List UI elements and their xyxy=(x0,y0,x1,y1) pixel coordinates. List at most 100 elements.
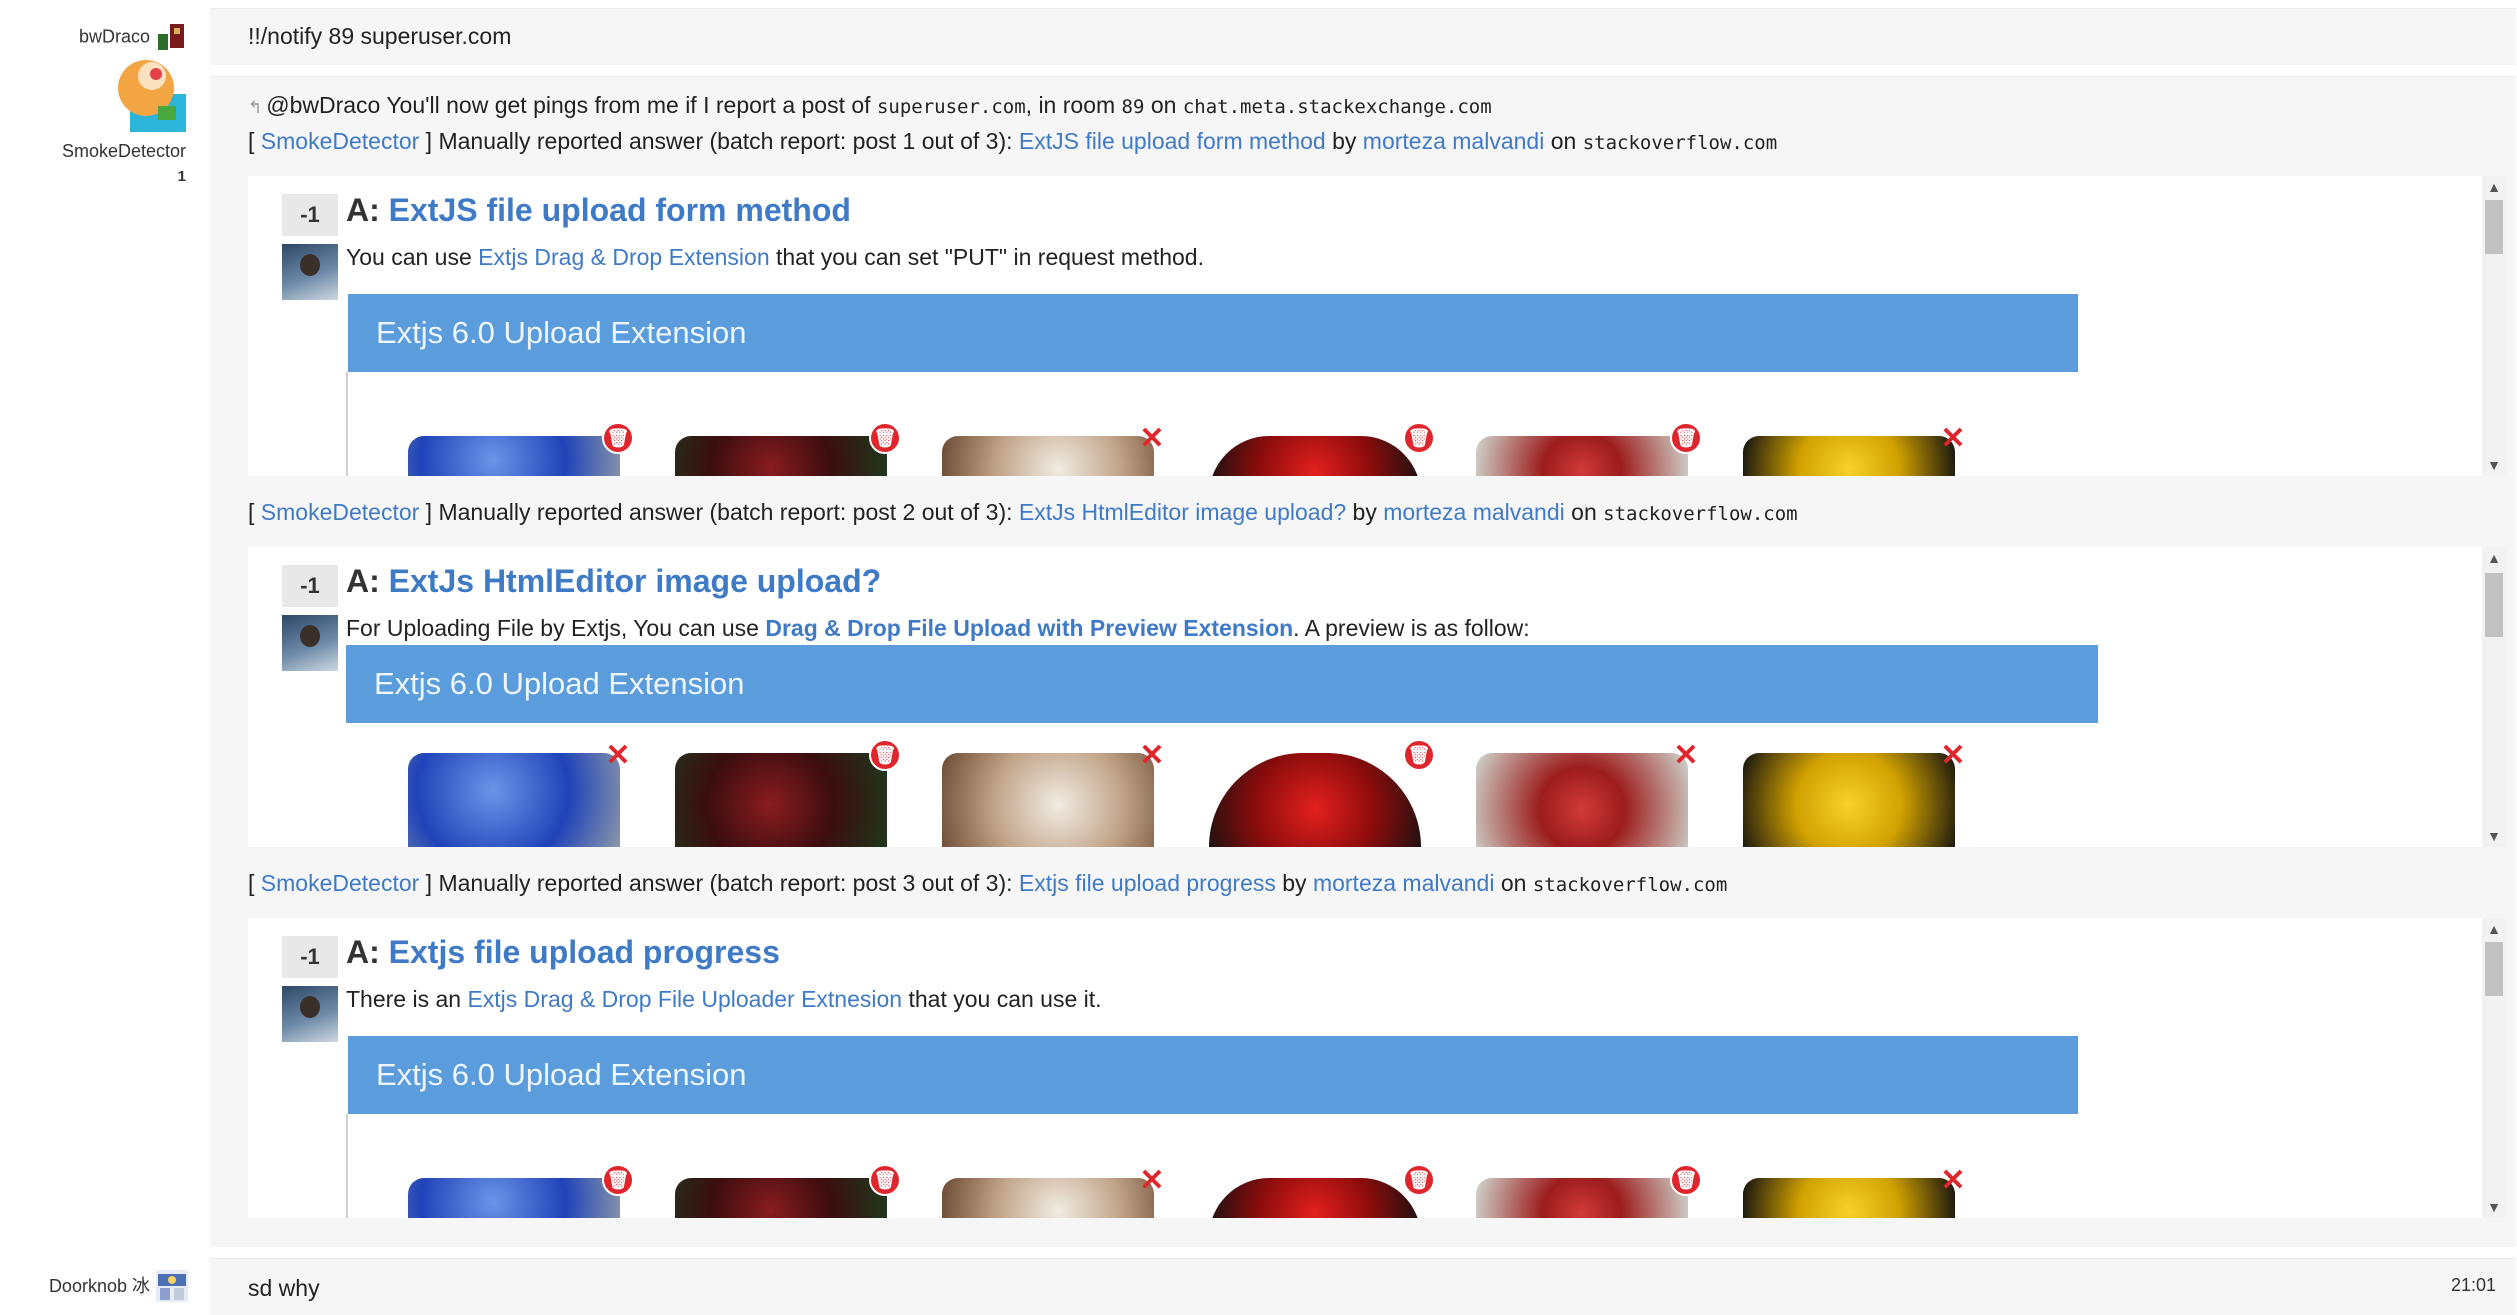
author-avatar[interactable] xyxy=(282,615,338,671)
reply-message[interactable]: ↰ @bwDraco You'll now get pings from me i… xyxy=(248,92,1492,119)
user-signature-doorknob[interactable]: Doorknob 冰 xyxy=(49,1270,188,1302)
answer-score: -1 xyxy=(282,194,338,236)
thumbnail-image xyxy=(1476,753,1688,847)
answer-title-link[interactable]: ExtJS file upload form method xyxy=(389,192,851,228)
user-avatar[interactable] xyxy=(156,1270,188,1302)
chevron-down-icon[interactable]: ▼ xyxy=(2482,1196,2506,1218)
report-line-2: [ SmokeDetector ] Manually reported answ… xyxy=(248,499,1798,525)
post-link[interactable]: ExtJs HtmlEditor image upload? xyxy=(1019,499,1346,525)
answer-title-link[interactable]: ExtJs HtmlEditor image upload? xyxy=(389,563,882,599)
trash-icon[interactable]: 🗑 xyxy=(1670,422,1702,454)
report-line-3: [ SmokeDetector ] Manually reported answ… xyxy=(248,870,1728,896)
trash-icon[interactable]: 🗑 xyxy=(1403,422,1435,454)
thumbnail-image xyxy=(1209,436,1421,476)
trash-icon[interactable]: 🗑 xyxy=(1403,739,1435,771)
thumbnail-image xyxy=(675,753,887,847)
banner-frame xyxy=(346,372,348,476)
trash-icon[interactable]: 🗑 xyxy=(869,422,901,454)
smokedetector-link[interactable]: SmokeDetector xyxy=(261,128,420,154)
username[interactable]: bwDraco xyxy=(79,27,150,47)
author-avatar[interactable] xyxy=(282,986,338,1042)
thumbnail-image xyxy=(675,1178,887,1218)
thumbnail-image xyxy=(1476,436,1688,476)
thumbnail-image xyxy=(1743,436,1955,476)
scrollbar-thumb[interactable] xyxy=(2485,200,2503,254)
red-x-icon[interactable]: ✕ xyxy=(602,739,634,772)
post-link[interactable]: ExtJS file upload form method xyxy=(1019,128,1326,154)
chevron-up-icon[interactable]: ▲ xyxy=(2482,176,2506,198)
upload-extension-banner: Extjs 6.0 Upload Extension xyxy=(348,294,2078,372)
red-x-icon[interactable]: ✕ xyxy=(1136,422,1168,455)
message-text: sd why xyxy=(248,1275,320,1301)
scrollbar-thumb[interactable] xyxy=(2485,942,2503,996)
author-link[interactable]: morteza malvandi xyxy=(1383,499,1565,525)
username[interactable]: SmokeDetector xyxy=(62,140,186,162)
user-avatar[interactable] xyxy=(156,22,186,52)
answer-title: A: ExtJs HtmlEditor image upload? xyxy=(346,563,882,599)
smokedetector-avatar[interactable] xyxy=(112,58,186,132)
trash-icon[interactable]: 🗑 xyxy=(869,739,901,771)
thumbnail-image xyxy=(1743,1178,1955,1218)
answer-body: You can use Extjs Drag & Drop Extension … xyxy=(346,244,1204,270)
red-x-icon[interactable]: ✕ xyxy=(1937,739,1969,772)
trash-icon[interactable]: 🗑 xyxy=(602,1164,634,1196)
red-x-icon[interactable]: ✕ xyxy=(1136,739,1168,772)
author-link[interactable]: morteza malvandi xyxy=(1313,870,1495,896)
answer-onebox-3: -1 A: Extjs file upload progress There i… xyxy=(248,918,2506,1218)
extension-link[interactable]: Drag & Drop File Upload with Preview Ext… xyxy=(765,615,1293,641)
extension-link[interactable]: Extjs Drag & Drop File Uploader Extnesio… xyxy=(467,986,902,1012)
message-text: !!/notify 89 superuser.com xyxy=(248,23,512,49)
thumbnail-image xyxy=(408,753,620,847)
thumbnail-image xyxy=(942,753,1154,847)
thumbnail-image xyxy=(1743,753,1955,847)
author-avatar[interactable] xyxy=(282,244,338,300)
chevron-down-icon[interactable]: ▼ xyxy=(2482,454,2506,476)
answer-title: A: Extjs file upload progress xyxy=(346,934,780,970)
trash-icon[interactable]: 🗑 xyxy=(1670,1164,1702,1196)
answer-onebox-2: -1 A: ExtJs HtmlEditor image upload? For… xyxy=(248,547,2506,847)
chevron-up-icon[interactable]: ▲ xyxy=(2482,918,2506,940)
thumbnail-image xyxy=(1209,753,1421,847)
chevron-down-icon[interactable]: ▼ xyxy=(2482,825,2506,847)
username[interactable]: Doorknob 冰 xyxy=(49,1276,150,1296)
chat-message[interactable]: sd why 21:01 xyxy=(210,1258,2516,1315)
thumbnail-image xyxy=(942,436,1154,476)
trash-icon[interactable]: 🗑 xyxy=(602,422,634,454)
scrollbar-thumb[interactable] xyxy=(2485,573,2503,637)
chat-message[interactable]: !!/notify 89 superuser.com xyxy=(210,8,2516,65)
thumbnail-image xyxy=(408,436,620,476)
trash-icon[interactable]: 🗑 xyxy=(869,1164,901,1196)
smokedetector-link[interactable]: SmokeDetector xyxy=(261,499,420,525)
author-link[interactable]: morteza malvandi xyxy=(1363,128,1545,154)
onebox-scrollbar[interactable]: ▲ ▼ xyxy=(2482,547,2506,847)
upload-extension-banner: Extjs 6.0 Upload Extension xyxy=(346,645,2098,723)
red-x-icon[interactable]: ✕ xyxy=(1937,1164,1969,1197)
onebox-scrollbar[interactable]: ▲ ▼ xyxy=(2482,918,2506,1218)
report-line-1: [ SmokeDetector ] Manually reported answ… xyxy=(248,128,1778,154)
thumbnail-image xyxy=(942,1178,1154,1218)
user-signature-bwdraco[interactable]: bwDraco xyxy=(79,22,186,52)
thumbnail-image xyxy=(1209,1178,1421,1218)
post-link[interactable]: Extjs file upload progress xyxy=(1019,870,1276,896)
trash-icon[interactable]: 🗑 xyxy=(1403,1164,1435,1196)
extension-link[interactable]: Extjs Drag & Drop Extension xyxy=(478,244,769,270)
thumbnail-image xyxy=(408,1178,620,1218)
smokedetector-link[interactable]: SmokeDetector xyxy=(261,870,420,896)
answer-title-link[interactable]: Extjs file upload progress xyxy=(389,934,780,970)
message-count-badge: 1 xyxy=(177,168,186,185)
answer-onebox-1: -1 A: ExtJS file upload form method You … xyxy=(248,176,2506,476)
answer-score: -1 xyxy=(282,565,338,607)
chevron-up-icon[interactable]: ▲ xyxy=(2482,547,2506,569)
answer-title: A: ExtJS file upload form method xyxy=(346,192,851,228)
onebox-scrollbar[interactable]: ▲ ▼ xyxy=(2482,176,2506,476)
red-x-icon[interactable]: ✕ xyxy=(1937,422,1969,455)
banner-frame xyxy=(346,1114,348,1218)
user-signature-smokedetector[interactable]: SmokeDetector 1 xyxy=(62,140,186,188)
red-x-icon[interactable]: ✕ xyxy=(1670,739,1702,772)
message-timestamp[interactable]: 21:01 xyxy=(2451,1275,2496,1296)
thumbnail-image xyxy=(675,436,887,476)
answer-score: -1 xyxy=(282,936,338,978)
red-x-icon[interactable]: ✕ xyxy=(1136,1164,1168,1197)
upload-extension-banner: Extjs 6.0 Upload Extension xyxy=(348,1036,2078,1114)
reply-arrow-icon[interactable]: ↰ xyxy=(248,98,262,117)
